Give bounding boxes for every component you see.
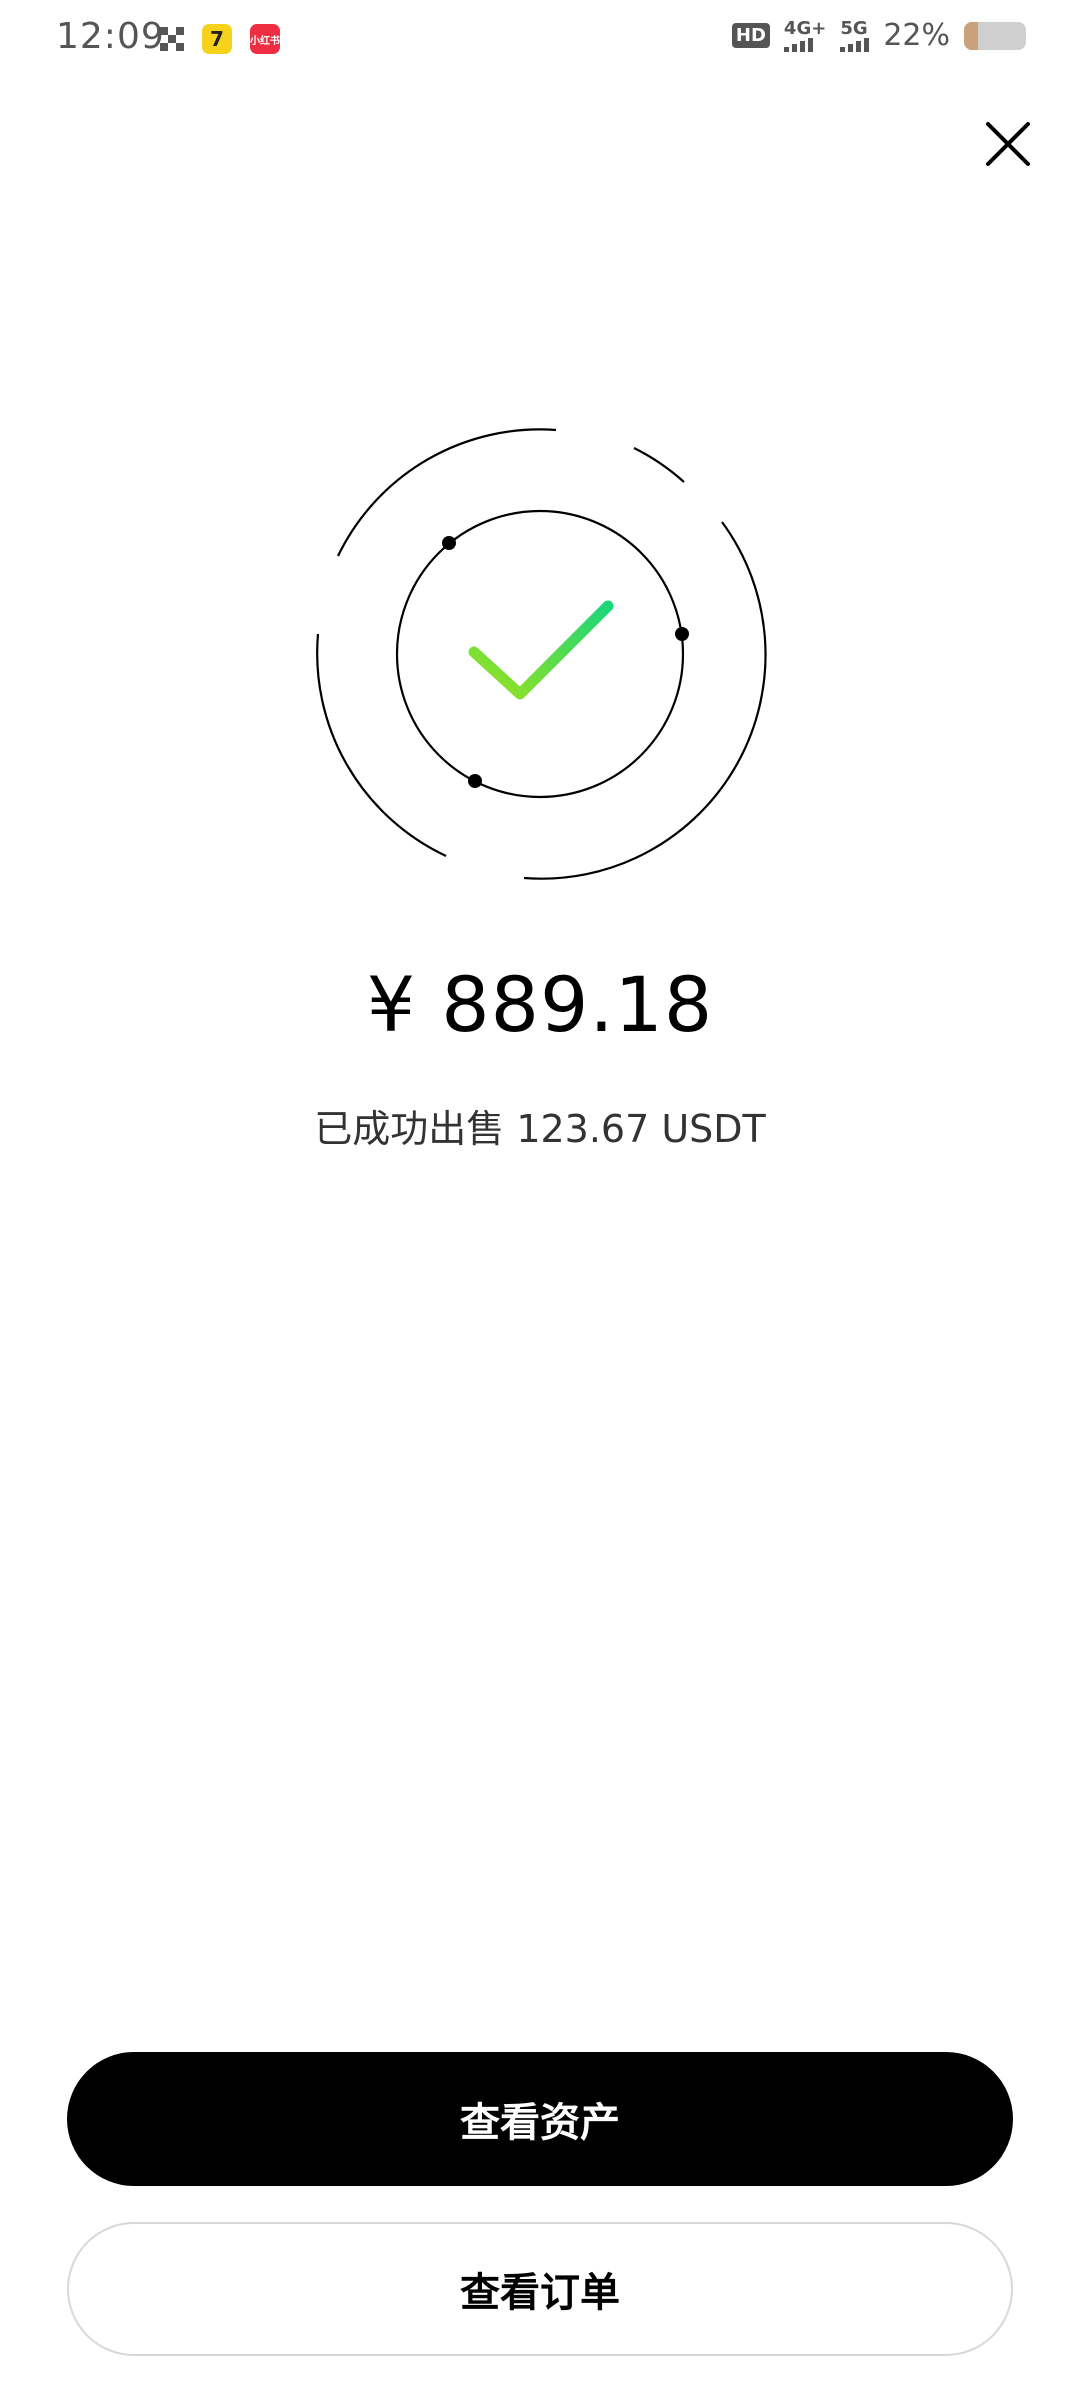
status-time: 12:09 [56, 16, 165, 57]
ring-dot [442, 536, 456, 550]
sim2-network-label: 5G [840, 17, 868, 39]
app-red-icon: 小红书 [250, 24, 280, 54]
outer-ring [316, 428, 767, 880]
checkmark-icon [468, 600, 614, 700]
sale-amount: ¥ 889.18 [366, 960, 714, 1049]
success-rings [316, 428, 767, 880]
sim2-signal: 5G [840, 17, 870, 52]
success-graphic [0, 400, 1080, 920]
hd-icon: HD [731, 23, 770, 48]
view-assets-button[interactable]: 查看资产 [67, 2052, 1013, 2186]
status-bar: 12:09 7 小红书 HD 4G+ 5G 22% [0, 0, 1080, 80]
sale-message: 已成功出售 123.67 USDT [314, 1107, 766, 1151]
battery-fill [964, 21, 978, 50]
ring-dot [675, 627, 689, 641]
battery-icon [964, 21, 1026, 50]
signal-icon [783, 37, 813, 52]
app-7-icon: 7 [202, 24, 232, 54]
close-button[interactable] [976, 112, 1040, 176]
battery-percent: 22% [883, 18, 950, 53]
notification-icons: 7 小红书 [160, 24, 280, 54]
view-orders-button[interactable]: 查看订单 [67, 2222, 1013, 2356]
sim1-signal: 4G+ [783, 17, 827, 52]
grid-icon [160, 27, 184, 51]
status-right: HD 4G+ 5G 22% [731, 17, 1026, 53]
ring-dot [468, 774, 482, 788]
signal-icon [840, 37, 870, 52]
inner-ring [395, 509, 685, 799]
sim1-network-label: 4G+ [783, 17, 827, 39]
close-icon [986, 122, 1030, 166]
